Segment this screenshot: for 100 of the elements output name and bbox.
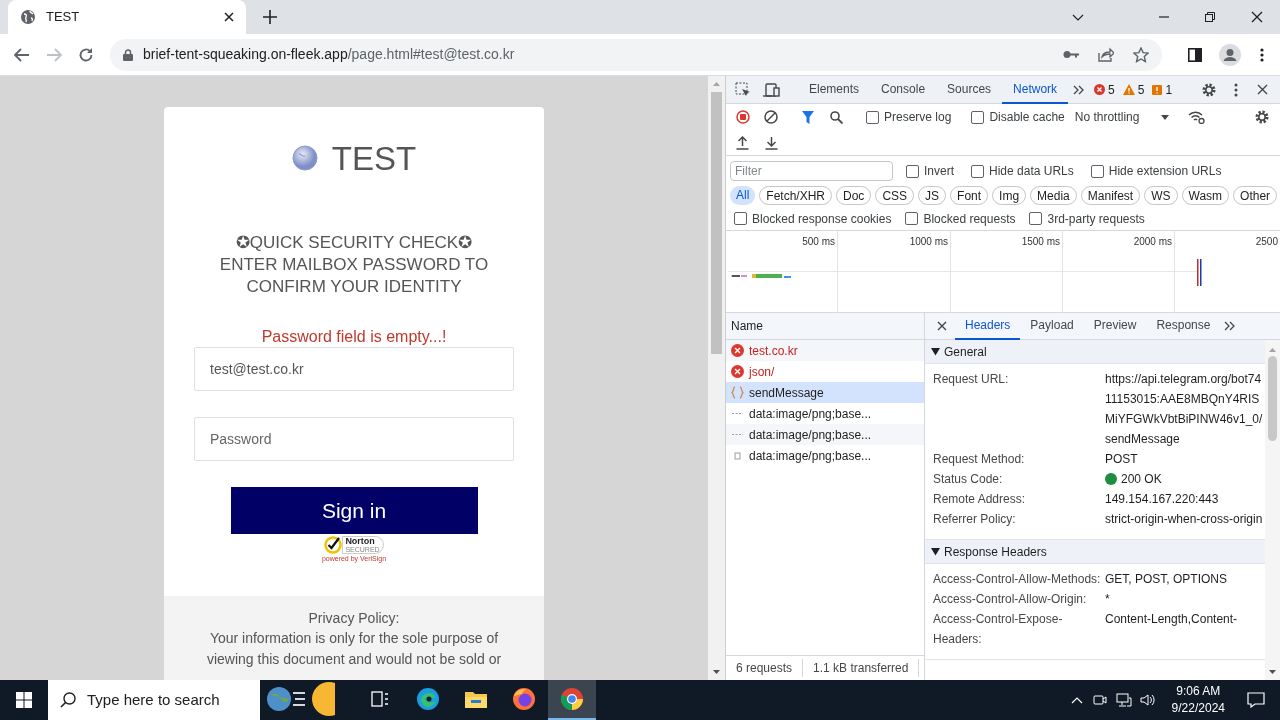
clear-icon[interactable] (764, 110, 778, 124)
browser-tab[interactable]: TEST (8, 0, 246, 34)
network-conditions-icon[interactable] (1188, 110, 1206, 124)
close-icon[interactable] (224, 12, 234, 22)
detail-tab[interactable]: Payload (1020, 312, 1084, 340)
checkbox[interactable] (971, 164, 984, 178)
address-bar[interactable]: brief-tent-squeaking.on-fleek.app/page.html#test@test.co.kr (110, 38, 1162, 71)
type-filter-chip[interactable]: Wasm (1181, 185, 1230, 205)
request-name: data:image/png;base... (749, 447, 872, 465)
windows-start-icon[interactable] (16, 692, 32, 708)
weather-widget-icon (265, 679, 335, 719)
panel-tab[interactable]: Network (1002, 75, 1069, 104)
chrome-icon (560, 687, 584, 711)
panel-tab[interactable]: Console (870, 75, 937, 104)
restore-icon[interactable] (1205, 12, 1215, 22)
search-icon[interactable] (830, 110, 843, 124)
scrollbar-thumb[interactable] (1268, 356, 1277, 441)
side-panel-icon[interactable] (1188, 47, 1202, 62)
type-filter-chip[interactable]: Manifest (1080, 185, 1141, 205)
checkbox[interactable] (905, 212, 919, 225)
more-tabs-icon[interactable] (1073, 84, 1086, 95)
chevron-up-icon[interactable] (1070, 696, 1083, 704)
star-icon[interactable] (1133, 46, 1149, 63)
sign-in-button[interactable]: Sign in (230, 487, 478, 534)
record-icon[interactable] (736, 110, 750, 124)
inspect-icon[interactable] (735, 81, 751, 98)
arrow-down-icon[interactable] (713, 670, 720, 674)
chevron-down-icon[interactable] (1072, 13, 1084, 21)
detail-tab[interactable]: Response (1146, 312, 1221, 340)
issue-counter[interactable]: 5 (1094, 80, 1115, 99)
column-header[interactable]: Name (726, 313, 924, 340)
detail-tab[interactable]: Preview (1083, 312, 1147, 340)
edge-icon (416, 687, 440, 711)
kebab-menu-icon[interactable] (1234, 82, 1238, 97)
filter-icon[interactable] (802, 110, 814, 124)
type-filter-chip[interactable]: Img (992, 185, 1027, 205)
type-filter-chip[interactable]: All (730, 185, 756, 205)
reload-icon[interactable] (78, 46, 94, 63)
new-tab-icon[interactable] (263, 10, 277, 24)
header-value: strict-origin-when-cross-origin (1105, 511, 1264, 528)
status-dot-icon (1105, 473, 1117, 485)
panel-tab[interactable]: Elements (798, 75, 871, 104)
email-field[interactable]: test@test.co.kr (194, 347, 514, 391)
device-icon[interactable] (763, 82, 780, 97)
arrow-down-icon[interactable] (1269, 670, 1276, 674)
warning-icon (1122, 84, 1135, 95)
throttling-dropdown[interactable]: No throttling (1074, 108, 1170, 126)
scrollbar[interactable] (708, 76, 725, 680)
panel-tab[interactable]: Sources (936, 75, 1003, 104)
notifications-icon[interactable] (1247, 692, 1265, 708)
lock-icon (123, 48, 133, 61)
folder-icon (464, 689, 488, 709)
back-icon[interactable] (14, 47, 30, 62)
type-filter-chip[interactable]: Font (950, 185, 989, 205)
close-icon[interactable] (937, 321, 947, 331)
request-row[interactable]: sendMessage (726, 382, 924, 403)
filter-field[interactable]: Filter (730, 161, 893, 181)
checkbox[interactable] (734, 212, 747, 225)
checkbox[interactable] (1029, 212, 1043, 225)
issue-counter[interactable]: 5 (1122, 80, 1145, 99)
header-name: Referrer Policy: (933, 511, 1017, 528)
menu-icon[interactable] (1260, 47, 1264, 62)
close-icon[interactable] (1251, 11, 1263, 23)
checkbox[interactable] (1090, 164, 1104, 178)
checkbox[interactable] (866, 110, 879, 124)
scrollbar[interactable] (1265, 340, 1280, 680)
upload-icon[interactable] (736, 135, 749, 150)
close-icon[interactable] (1257, 84, 1268, 95)
type-filter-chip[interactable]: Fetch/XHR (759, 185, 833, 205)
checkbox[interactable] (971, 110, 985, 124)
type-filter-chip[interactable]: CSS (875, 185, 915, 205)
share-icon[interactable] (1098, 47, 1114, 62)
type-filter-chip[interactable]: Other (1233, 185, 1278, 205)
file-icon (731, 449, 744, 462)
volume-icon[interactable] (1139, 693, 1156, 707)
password-field[interactable]: Password (194, 417, 514, 461)
type-filter-chip[interactable]: WS (1144, 185, 1178, 205)
network-icon[interactable] (1115, 693, 1132, 707)
type-filter-chip[interactable]: Doc (836, 185, 872, 205)
clock[interactable]: 9:06 AM 9/22/2024 (1165, 683, 1231, 717)
meeting-icon[interactable] (1092, 693, 1107, 707)
section-header[interactable]: Response Headers (925, 540, 1265, 564)
settings-icon[interactable] (1201, 81, 1217, 98)
header-value: 149.154.167.220:443 (1105, 491, 1220, 508)
more-tabs-icon[interactable] (1224, 321, 1237, 331)
request-row[interactable]: data:image/png;base... (726, 424, 924, 445)
type-filter-chip[interactable]: Media (1030, 185, 1077, 205)
request-row[interactable]: test.co.kr (726, 340, 924, 361)
checkbox[interactable] (906, 164, 919, 178)
header-name: Request URL: (933, 371, 1010, 388)
type-filter-chip[interactable]: JS (918, 185, 947, 205)
settings-icon[interactable] (1254, 109, 1270, 125)
profile-icon[interactable] (1219, 43, 1241, 66)
section-header[interactable]: General (925, 340, 1265, 364)
taskbar-search[interactable]: Type here to search (48, 680, 260, 720)
issue-counter[interactable]: 1 (1152, 80, 1173, 99)
taskbar-app[interactable] (548, 680, 596, 720)
download-icon[interactable] (765, 135, 778, 150)
key-icon[interactable] (1063, 50, 1079, 59)
scrollbar-thumb[interactable] (711, 92, 722, 354)
